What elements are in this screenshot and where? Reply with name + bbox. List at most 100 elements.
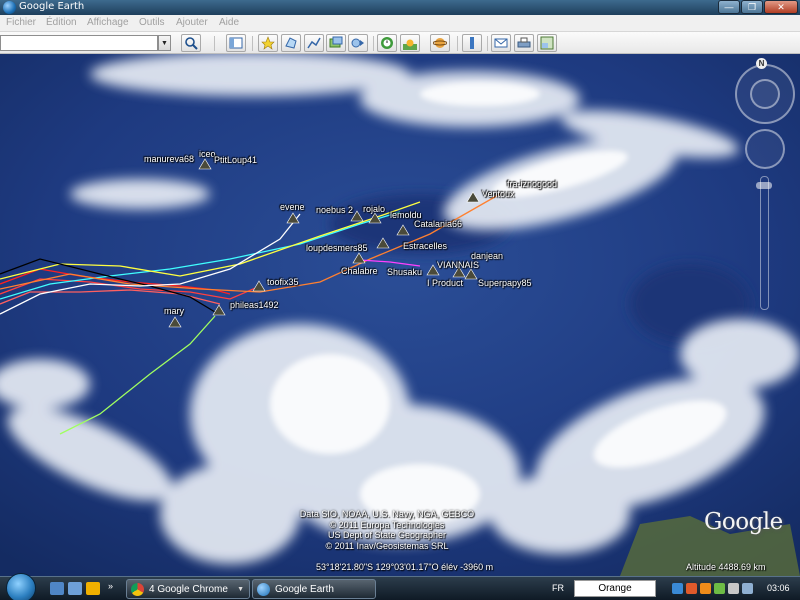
- move-around-control[interactable]: [745, 129, 785, 169]
- eye-altitude: Altitude 4488.69 km: [686, 562, 766, 572]
- historical-imagery-button[interactable]: [377, 34, 397, 52]
- search-button[interactable]: [181, 34, 201, 52]
- ruler-button[interactable]: [462, 34, 482, 52]
- search-input[interactable]: [0, 35, 158, 51]
- boat-label: Ventoux: [482, 189, 515, 199]
- close-button[interactable]: ✕: [764, 0, 798, 14]
- maps-icon: [540, 36, 554, 50]
- maximize-button[interactable]: ❐: [741, 0, 763, 14]
- boat-marker[interactable]: [286, 212, 300, 224]
- placemark-icon: [261, 36, 275, 50]
- view-in-maps-button[interactable]: [537, 34, 557, 52]
- menu-fichier[interactable]: Fichier: [6, 17, 36, 28]
- window-title: Google Earth: [19, 1, 85, 12]
- boat-label: evene: [280, 202, 305, 212]
- menu-edition[interactable]: Édition: [46, 17, 77, 28]
- add-placemark-button[interactable]: [258, 34, 278, 52]
- boat-label: Estracelles: [403, 241, 448, 251]
- boat-label: I Product: [427, 278, 464, 288]
- orange-toolbar-field[interactable]: Orange: [574, 580, 656, 597]
- boat-marker[interactable]: [376, 237, 390, 249]
- boat-label: noebus 2: [316, 205, 354, 215]
- boat-label: phileas1492: [230, 300, 279, 310]
- cursor-coordinates: 53°18'21.80"S 129°03'01.17"O élév -3960 …: [316, 562, 494, 572]
- sidebar-toggle-icon: [229, 37, 243, 49]
- quicklaunch-more-icon[interactable]: »: [108, 581, 113, 591]
- folder-icon[interactable]: [86, 582, 100, 595]
- title-bar: Google Earth — ❐ ✕: [0, 0, 800, 15]
- sidebar-toggle-button[interactable]: [226, 34, 246, 52]
- boat-label: Catalania66: [414, 219, 463, 229]
- boat-marker[interactable]: [466, 191, 480, 203]
- ruler-icon: [470, 37, 474, 49]
- boat-label: VIANNAIS: [437, 260, 480, 270]
- start-button[interactable]: [6, 573, 36, 600]
- tray-orange-icon[interactable]: [700, 583, 711, 594]
- boat-label: manureva68: [144, 154, 195, 164]
- add-polygon-button[interactable]: [281, 34, 301, 52]
- boat-marker[interactable]: [168, 316, 182, 328]
- north-indicator[interactable]: N: [756, 58, 767, 69]
- boat-label: Superpapy85: [478, 278, 532, 288]
- show-desktop-icon[interactable]: [50, 582, 64, 595]
- switch-to-sky-button[interactable]: [430, 34, 450, 52]
- record-tour-button[interactable]: [348, 34, 368, 52]
- magnifier-icon: [185, 37, 198, 50]
- taskbar-item-google-earth[interactable]: Google Earth: [252, 579, 376, 599]
- add-overlay-button[interactable]: [326, 34, 346, 52]
- sunlight-button[interactable]: [400, 34, 420, 52]
- tray-search-icon[interactable]: [672, 583, 683, 594]
- email-button[interactable]: [491, 34, 511, 52]
- earth-viewport[interactable]: manureva68 iceo PtitLoup41 evene noebus …: [0, 54, 800, 576]
- boat-marker[interactable]: [352, 252, 366, 264]
- minimize-button[interactable]: —: [718, 0, 740, 14]
- polygon-icon: [285, 37, 297, 49]
- language-indicator[interactable]: FR: [552, 583, 564, 593]
- tray-flag-icon[interactable]: [728, 583, 739, 594]
- zoom-slider[interactable]: [760, 176, 769, 310]
- boat-label: mary: [164, 306, 184, 316]
- boat-marker[interactable]: [212, 304, 226, 316]
- chrome-icon: [131, 582, 144, 596]
- google-earth-icon: [3, 1, 16, 14]
- boat-label: toofix35: [267, 277, 299, 287]
- satellite-map: [0, 54, 800, 576]
- menu-bar: Fichier Édition Affichage Outils Ajouter…: [0, 15, 800, 32]
- look-joystick[interactable]: [750, 79, 780, 109]
- overlay-icon: [329, 36, 343, 48]
- taskbar: » 4 Google Chrome ▼ Google Earth FR Oran…: [0, 573, 800, 600]
- taskbar-clock[interactable]: 03:06: [767, 583, 790, 593]
- boat-label: PtitLoup41: [214, 155, 258, 165]
- boat-label: fra-iznogood: [507, 179, 558, 189]
- path-icon: [307, 37, 321, 49]
- boat-label: Shusaku: [387, 267, 423, 277]
- google-logo: Google: [704, 509, 783, 535]
- boat-label: rojalo: [363, 204, 386, 214]
- tour-icon: [351, 38, 364, 48]
- menu-outils[interactable]: Outils: [139, 17, 165, 28]
- menu-affichage[interactable]: Affichage: [87, 17, 129, 28]
- zoom-slider-thumb[interactable]: [756, 182, 772, 189]
- search-dropdown-button[interactable]: ▼: [158, 35, 171, 51]
- google-earth-icon: [257, 582, 270, 596]
- add-path-button[interactable]: [304, 34, 324, 52]
- sunlight-icon: [403, 39, 417, 50]
- boat-label: loupdesmers85: [306, 243, 368, 253]
- taskbar-item-chrome[interactable]: 4 Google Chrome ▼: [126, 579, 250, 599]
- print-button[interactable]: [514, 34, 534, 52]
- print-icon: [517, 37, 531, 48]
- tray-app-icon[interactable]: [686, 583, 697, 594]
- window-switcher-icon[interactable]: [68, 582, 82, 595]
- boat-label: Chalabre: [341, 266, 378, 276]
- boat-marker[interactable]: [252, 280, 266, 292]
- tray-network-icon[interactable]: [714, 583, 725, 594]
- menu-ajouter[interactable]: Ajouter: [176, 17, 208, 28]
- boat-marker[interactable]: [396, 224, 410, 236]
- email-icon: [494, 38, 508, 48]
- historical-imagery-icon: [381, 37, 393, 49]
- tray-volume-icon[interactable]: [742, 583, 753, 594]
- menu-aide[interactable]: Aide: [219, 17, 239, 28]
- chevron-down-icon: ▼: [237, 585, 244, 593]
- boat-marker[interactable]: [198, 158, 212, 170]
- imagery-attribution: Data SIO, NOAA, U.S. Navy, NGA, GEBCO © …: [299, 509, 475, 551]
